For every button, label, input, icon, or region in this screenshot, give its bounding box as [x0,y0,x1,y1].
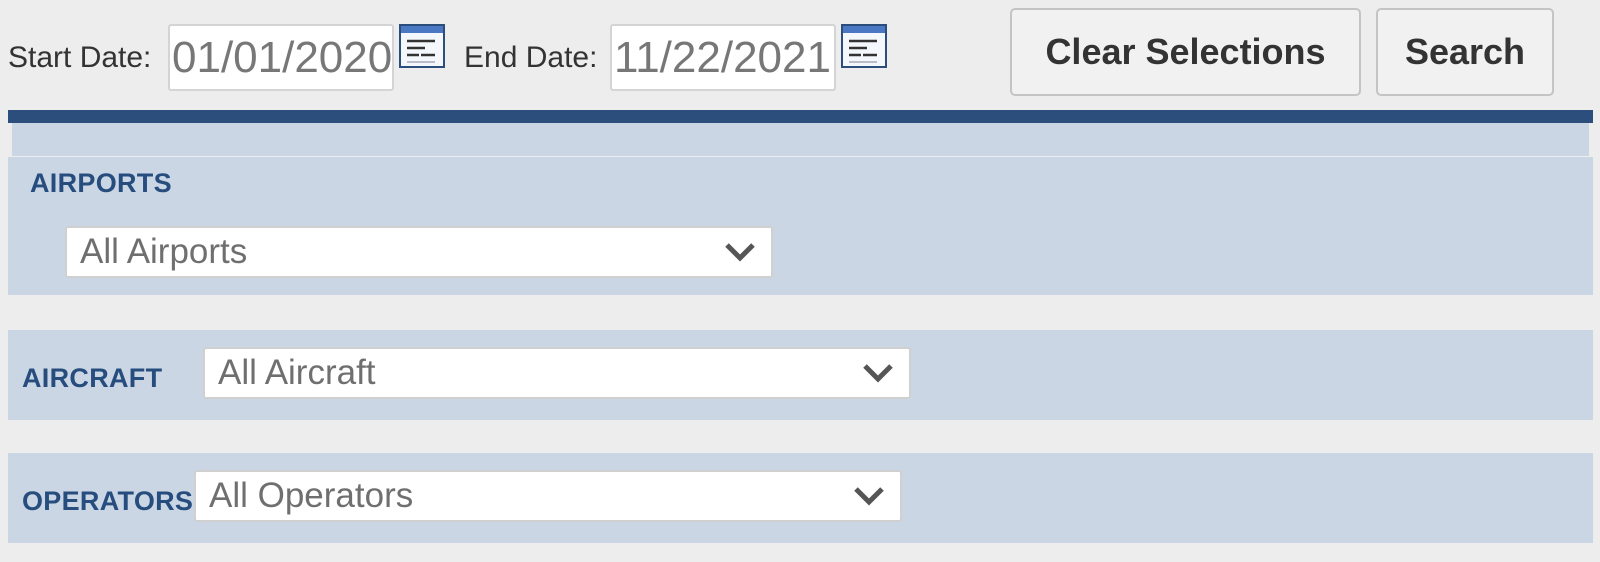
search-button[interactable]: Search [1376,8,1554,96]
airports-label: AIRPORTS [30,168,172,198]
calendar-icon [399,24,445,68]
calendar-icon [841,24,887,68]
operators-selected-value: All Operators [209,476,414,515]
start-date-input[interactable] [168,24,394,91]
filter-header-bar [8,110,1593,123]
aircraft-panel: AIRCRAFT All Aircraft [8,330,1593,420]
end-date-label: End Date: [464,41,598,74]
end-date-input[interactable] [610,24,836,91]
start-date-calendar-button[interactable] [399,24,445,68]
chevron-down-icon [863,364,893,383]
aircraft-selected-value: All Aircraft [218,353,376,392]
aircraft-label: AIRCRAFT [22,363,163,393]
operators-panel: OPERATORS All Operators [8,453,1593,543]
clear-selections-button[interactable]: Clear Selections [1010,8,1361,96]
filter-header-strip [12,123,1589,156]
operators-select[interactable]: All Operators [194,470,902,522]
airports-select[interactable]: All Airports [65,226,773,278]
end-date-calendar-button[interactable] [841,24,887,68]
start-date-label: Start Date: [8,41,152,74]
operators-label: OPERATORS [22,486,194,516]
aircraft-select[interactable]: All Aircraft [203,347,911,399]
airports-panel: AIRPORTS All Airports [8,157,1593,295]
airports-selected-value: All Airports [80,232,248,271]
chevron-down-icon [725,243,755,262]
chevron-down-icon [854,487,884,506]
